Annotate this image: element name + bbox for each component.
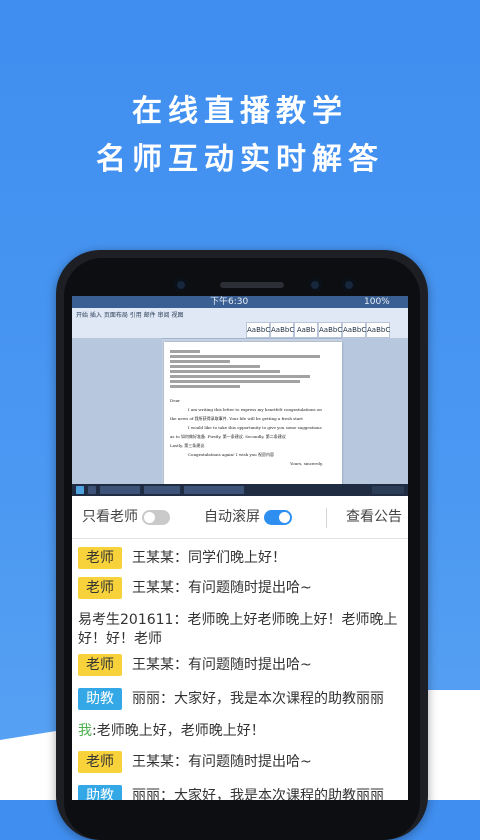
chat-message: 易考生201611：老师晚上好老师晚上好！老师晚上好！好！老师 [78,611,398,649]
message-text: 王某某：有问题随时提出哈~ [132,580,312,596]
assistant-badge: 助教 [78,688,122,710]
taskbar-item [184,486,244,494]
app-screen: 下午6:30 100% 开始 插入 页面布局 引用 邮件 审阅 视图 AaBbC… [72,296,408,800]
doc-dear: Dear [170,398,180,403]
left-pane [72,338,162,484]
doc-header-lines [170,350,340,388]
live-video-player[interactable]: 下午6:30 100% 开始 插入 页面布局 引用 邮件 审阅 视图 AaBbC… [72,296,408,496]
style-box: AaBbCcI [246,322,276,338]
chat-message: 老师 王某某：同学们晚上好！ [78,547,402,569]
taskbar [72,484,408,496]
chat-list: 老师 王某某：同学们晚上好！ 老师 王某某：有问题随时提出哈~ 易考生201611：… [72,539,408,800]
doc-paragraph: as to 如何做好准备. Firstly, 第一条建议. Secondly, … [170,434,286,439]
teacher-only-toggle[interactable] [142,510,170,525]
doc-paragraph: Lastly, 第三条建议. [170,443,206,448]
message-text: 王某某：有问题随时提出哈~ [132,754,312,770]
message-text: :老师晚上好，老师晚上好！ [92,723,265,739]
teacher-badge: 老师 [78,577,122,599]
assistant-badge: 助教 [78,785,122,800]
me-label: 我 [78,723,92,739]
chat-message: 老师 王某某：有问题随时提出哈~ [78,577,402,599]
chat-controls-bar: 只看老师 自动滚屏 查看公告 [72,496,408,539]
teacher-only-label: 只看老师 [82,509,138,525]
doc-paragraph: I would like to take this opportunity to… [188,425,322,430]
teacher-badge: 老师 [78,654,122,676]
phone-sensor-icon [308,278,322,292]
document-page: Dear I am writing this letter to express… [164,342,342,488]
message-text: 丽丽：大家好，我是本次课程的助教丽丽 [132,788,384,800]
chat-message: 老师 王某某：有问题随时提出哈~ [78,654,402,676]
status-bar: 下午6:30 100% [72,296,408,308]
doc-paragraph: the news of 我所获得录取事件. Your life will be … [170,416,303,421]
right-pane [342,338,408,484]
style-box: AaBbC [318,322,342,338]
style-box: AaBbC [342,322,366,338]
word-ribbon: 开始 插入 页面布局 引用 邮件 审阅 视图 AaBbCcI AaBbCcI A… [72,308,408,339]
phone-front-camera-icon [342,278,356,292]
autoscroll-toggle[interactable] [264,510,292,525]
message-text: 丽丽：大家好，我是本次课程的助教丽丽 [132,691,384,707]
taskbar-item [88,486,96,494]
taskbar-clock [372,486,404,494]
taskbar-item [144,486,180,494]
status-battery: 100% [364,297,390,307]
status-time: 下午6:30 [210,297,249,307]
doc-body: Dear I am writing this letter to express… [170,396,340,468]
phone-camera-icon [174,278,188,292]
message-text: 王某某：同学们晚上好！ [132,550,286,566]
style-box: AaBbC [366,322,390,338]
headline-line-2: 名师互动实时解答 [96,142,384,177]
chat-message: 助教 丽丽：大家好，我是本次课程的助教丽丽 [78,785,402,800]
teacher-badge: 老师 [78,751,122,773]
teacher-badge: 老师 [78,547,122,569]
chat-message: 老师 王某某：有问题随时提出哈~ [78,751,402,773]
start-icon [76,486,84,494]
doc-signature: Yours, sincerely, [290,461,323,466]
taskbar-item [100,486,140,494]
view-notice-button[interactable]: 查看公告 [346,496,402,538]
divider [326,508,327,528]
style-box: AaBb [294,322,318,338]
message-text: 易考生201611：老师晚上好老师晚上好！老师晚上好！好！老师 [78,612,398,647]
message-text: 王某某：有问题随时提出哈~ [132,657,312,673]
phone-speaker [220,282,284,288]
ribbon-tabs: 开始 插入 页面布局 引用 邮件 审阅 视图 [76,312,184,319]
chat-message: 助教 丽丽：大家好，我是本次课程的助教丽丽 [78,688,402,710]
doc-paragraph: I am writing this letter to express my h… [188,407,322,412]
autoscroll-label: 自动滚屏 [204,509,260,525]
chat-message: 我:老师晚上好，老师晚上好！ [78,722,402,741]
doc-paragraph: Congratulations again! I wish you 祝愿内容 [188,452,274,457]
style-box: AaBbCcI [270,322,300,338]
headline-line-1: 在线直播教学 [132,94,348,129]
